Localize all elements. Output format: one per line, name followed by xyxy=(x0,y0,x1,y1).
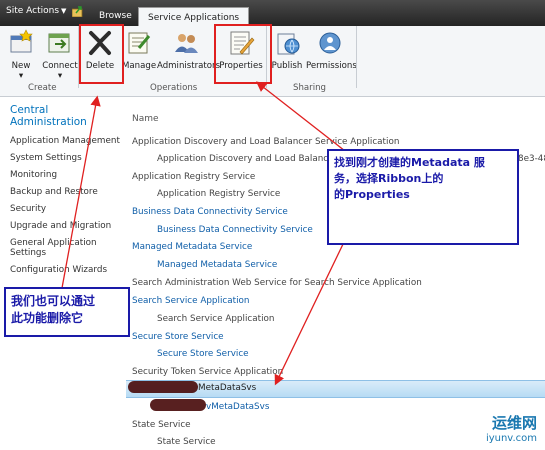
callout-line: 此功能删除它 xyxy=(11,311,84,325)
callout-line: 务，选择Ribbon上的 xyxy=(334,172,444,185)
callout-line: 我们也可以通过 xyxy=(11,294,96,308)
watermark-en: iyunv.com xyxy=(485,433,537,444)
callout-line: 的Properties xyxy=(334,188,410,201)
delete-callout: 我们也可以通过 此功能删除它 xyxy=(4,287,130,337)
watermark: 运维网 iyunv.com xyxy=(486,412,537,444)
watermark-cn: 运维网 xyxy=(491,414,537,432)
properties-callout: 找到刚才创建的Metadata 服 务，选择Ribbon上的 的Properti… xyxy=(327,149,519,245)
callout-line: 找到刚才创建的Metadata 服 xyxy=(334,156,485,169)
